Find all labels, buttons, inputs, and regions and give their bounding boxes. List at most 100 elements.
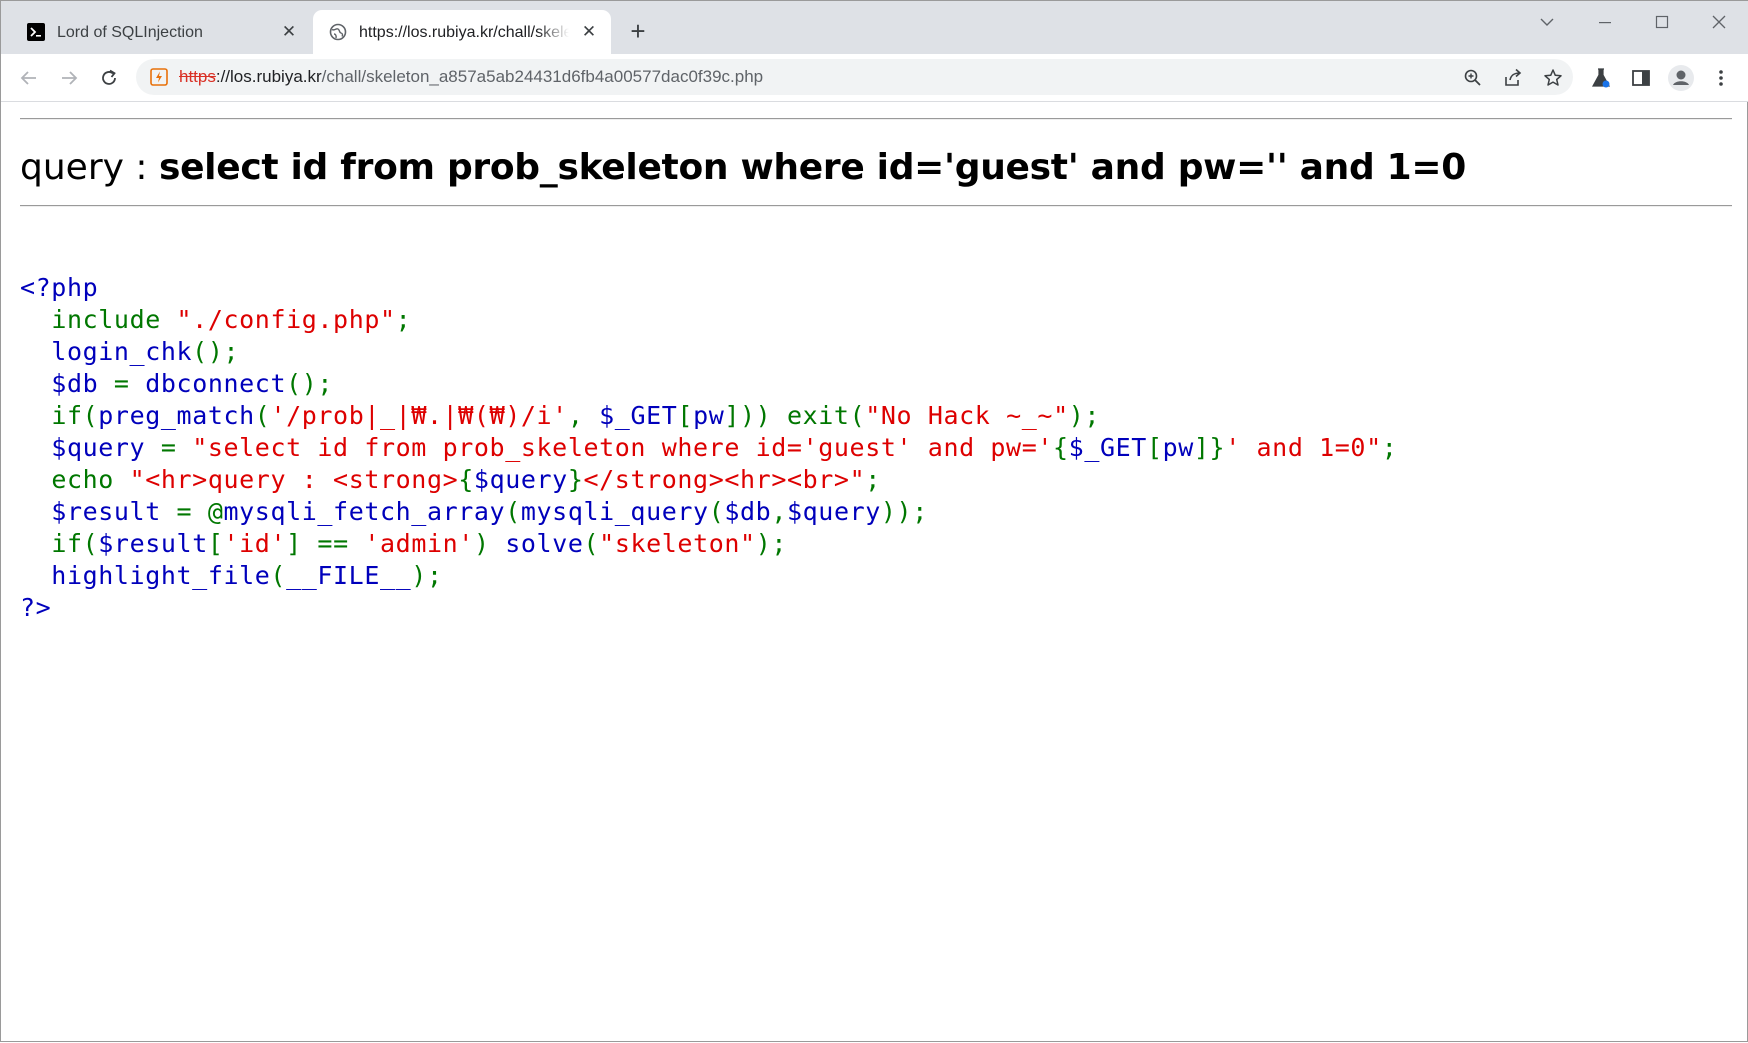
zoom-icon[interactable]	[1462, 67, 1484, 89]
new-tab-button[interactable]: +	[626, 18, 650, 44]
code-token: login_chk	[20, 337, 193, 366]
code-line: ?>	[20, 592, 1397, 624]
minimize-icon[interactable]	[1585, 9, 1625, 35]
menu-kebab-icon[interactable]	[1709, 66, 1733, 90]
labs-flask-icon[interactable]	[1589, 66, 1613, 90]
browser-window: Lord of SQLInjection ✕ https://los.rubiy…	[0, 0, 1748, 1042]
code-token: (	[505, 497, 521, 526]
code-line: $db = dbconnect();	[20, 368, 1397, 400]
code-token: ));	[880, 497, 928, 526]
code-token: ?>	[20, 593, 52, 622]
url-separator: ://	[215, 67, 231, 86]
code-token: $query	[473, 465, 568, 494]
code-token: );	[411, 561, 443, 590]
code-token: ,	[567, 401, 600, 430]
code-token: $db	[20, 369, 114, 398]
php-source-code: <?php include "./config.php"; login_chk(…	[20, 272, 1397, 624]
code-token: $query	[20, 433, 161, 462]
tab-lord-of-sqlinjection[interactable]: Lord of SQLInjection ✕	[11, 10, 311, 54]
code-line: if($result['id'] == 'admin') solve("skel…	[20, 528, 1397, 560]
code-line: include "./config.php";	[20, 304, 1397, 336]
url-scheme: https	[179, 67, 216, 86]
code-token: ])) exit(	[724, 401, 866, 430]
back-arrow-icon[interactable]	[15, 64, 43, 92]
code-token: if(	[51, 529, 99, 558]
code-token: );	[755, 529, 787, 558]
code-token: "skeleton"	[599, 529, 756, 558]
tab-strip: Lord of SQLInjection ✕ https://los.rubiy…	[1, 1, 1748, 54]
url-text[interactable]: https://los.rubiya.kr/chall/skeleton_a85…	[179, 67, 763, 87]
code-token: ();	[286, 369, 334, 398]
maximize-icon[interactable]	[1642, 9, 1682, 35]
forward-arrow-icon[interactable]	[55, 64, 83, 92]
code-token: </strong><hr><br>"	[583, 465, 866, 494]
bookmark-star-icon[interactable]	[1542, 67, 1564, 89]
code-token: 'id'	[223, 529, 287, 558]
code-token: pw	[1162, 433, 1194, 462]
code-token: pw	[693, 401, 725, 430]
code-token: $_GET	[1068, 433, 1147, 462]
code-token: "No Hack ~_~"	[865, 401, 1069, 430]
code-token: ();	[192, 337, 240, 366]
browser-toolbar: https://los.rubiya.kr/chall/skeleton_a85…	[1, 54, 1748, 102]
code-token: =	[113, 369, 146, 398]
code-token: ;	[395, 305, 412, 334]
tab-title: Lord of SQLInjection	[57, 24, 203, 41]
profile-avatar-icon[interactable]	[1667, 64, 1695, 92]
code-token: __FILE__	[286, 561, 412, 590]
share-icon[interactable]	[1502, 67, 1524, 89]
query-display: query : select id from prob_skeleton whe…	[20, 146, 1466, 190]
code-token: );	[1068, 401, 1101, 430]
code-token: highlight_file	[20, 561, 271, 590]
address-bar[interactable]: https://los.rubiya.kr/chall/skeleton_a85…	[136, 59, 1573, 95]
code-token: $_GET	[599, 401, 678, 430]
code-token: $result	[98, 529, 208, 558]
code-token: if(	[51, 401, 99, 430]
code-token: ' and 1=0"	[1225, 433, 1382, 462]
close-tab-icon[interactable]: ✕	[279, 22, 299, 42]
code-token: $db	[724, 497, 772, 526]
code-token: include	[51, 305, 177, 334]
code-token: = @	[176, 497, 224, 526]
not-secure-icon[interactable]	[150, 68, 168, 86]
code-token: (	[708, 497, 725, 526]
code-token: (	[254, 401, 271, 430]
close-tab-icon[interactable]: ✕	[579, 22, 599, 42]
code-token: [	[1146, 433, 1163, 462]
code-token: <?php	[20, 273, 99, 302]
tab-title: https://los.rubiya.kr/chall/skeleton_a85…	[359, 24, 569, 41]
code-line: $query = "select id from prob_skeleton w…	[20, 432, 1397, 464]
globe-icon	[329, 23, 347, 41]
code-line: <?php	[20, 272, 1397, 304]
code-token: preg_match	[98, 401, 255, 430]
code-token: {	[1053, 433, 1069, 462]
tab-skeleton-challenge[interactable]: https://los.rubiya.kr/chall/skeleton_a85…	[313, 10, 611, 54]
code-token: (	[270, 561, 287, 590]
code-token: 'admin'	[364, 529, 474, 558]
code-line: highlight_file(__FILE__);	[20, 560, 1397, 592]
code-token: =	[160, 433, 193, 462]
code-token: solve	[505, 529, 584, 558]
code-token: $result	[20, 497, 177, 526]
code-token: '/prob|_|₩.|₩(₩)/i'	[270, 401, 568, 430]
bottom-divider	[20, 205, 1732, 207]
code-token: mysqli_fetch_array	[223, 497, 506, 526]
url-host: los.rubiya.kr	[230, 67, 322, 86]
code-token: ;	[865, 465, 881, 494]
side-panel-icon[interactable]	[1629, 66, 1653, 90]
code-token: mysqli_query	[520, 497, 709, 526]
code-token: [	[207, 529, 224, 558]
code-token: "select id from prob_skeleton where id='…	[192, 433, 1054, 462]
page-content: query : select id from prob_skeleton whe…	[1, 102, 1748, 1043]
reload-icon[interactable]	[95, 64, 123, 92]
code-line: if(preg_match('/prob|_|₩.|₩(₩)/i', $_GET…	[20, 400, 1397, 432]
close-icon[interactable]	[1699, 9, 1739, 35]
code-token: [	[677, 401, 694, 430]
query-value: select id from prob_skeleton where id='g…	[158, 147, 1467, 188]
chevron-down-icon[interactable]	[1527, 9, 1567, 35]
code-token: }	[567, 465, 584, 494]
url-path: /chall/skeleton_a857a5ab24431d6fb4a00577…	[321, 67, 764, 86]
code-line: echo "<hr>query : <strong>{$query}</stro…	[20, 464, 1397, 496]
